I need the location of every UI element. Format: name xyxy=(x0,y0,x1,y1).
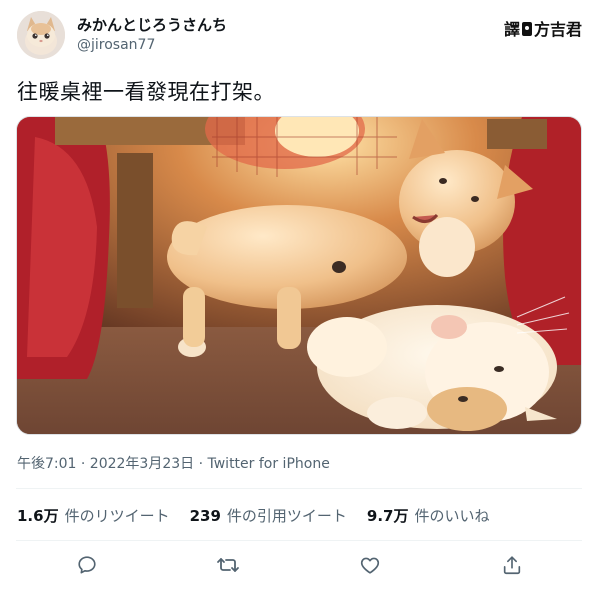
retweet-icon xyxy=(217,558,239,572)
display-name[interactable]: みかんとじろうさんち xyxy=(77,14,227,35)
quote-count-value: 239 xyxy=(189,507,221,525)
avatar-cat-icon xyxy=(17,11,65,59)
retweet-count-label: 件のリツイート xyxy=(64,507,170,525)
tweet-media-photo[interactable] xyxy=(16,116,582,435)
share-icon xyxy=(503,556,521,575)
cat-photo-icon xyxy=(17,117,581,434)
tweet-timestamp[interactable]: 午後7:01 · 2022年3月23日 · Twitter for iPhone xyxy=(17,453,330,473)
share-button[interactable] xyxy=(499,552,525,578)
tweet-stats: 1.6万 件のリツイート 239 件の引用ツイート 9.7万 件のいいね xyxy=(17,505,490,526)
watermark-left: 譯 xyxy=(503,20,520,39)
watermark-dot-icon xyxy=(521,22,532,36)
heart-icon xyxy=(360,557,380,574)
tweet-actions xyxy=(16,552,582,578)
avatar[interactable] xyxy=(17,11,65,59)
user-handle[interactable]: @jirosan77 xyxy=(77,37,155,53)
watermark-right: 方吉君 xyxy=(533,20,582,39)
like-button[interactable] xyxy=(357,552,383,578)
like-count-value: 9.7万 xyxy=(366,507,409,525)
like-count-label: 件のいいね xyxy=(414,507,490,525)
reply-icon xyxy=(78,556,96,574)
divider xyxy=(16,540,582,541)
retweet-button[interactable] xyxy=(215,552,241,578)
like-count[interactable]: 9.7万 件のいいね xyxy=(367,505,490,526)
retweet-count-value: 1.6万 xyxy=(17,507,59,525)
retweet-count[interactable]: 1.6万 件のリツイート xyxy=(17,505,170,526)
reply-button[interactable] xyxy=(74,552,100,578)
watermark: 譯方吉君 xyxy=(504,16,582,40)
quote-count[interactable]: 239 件の引用ツイート xyxy=(190,505,347,526)
quote-count-label: 件の引用ツイート xyxy=(226,507,347,525)
divider xyxy=(16,488,582,489)
tweet-text: 往暖桌裡一看發現在打架。 xyxy=(17,80,275,104)
